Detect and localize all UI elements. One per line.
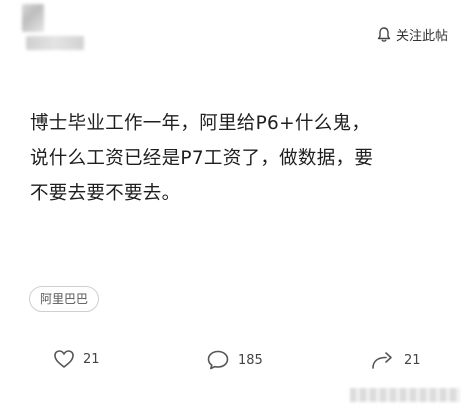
share-count: 21 bbox=[404, 352, 421, 368]
topic-tag[interactable]: 阿里巴巴 bbox=[29, 286, 100, 312]
comment-button[interactable]: 185 bbox=[206, 349, 263, 371]
bell-icon bbox=[376, 26, 392, 43]
heart-icon bbox=[53, 349, 75, 369]
blurred-watermark bbox=[350, 388, 460, 402]
blurred-username bbox=[26, 36, 84, 50]
blurred-avatar bbox=[22, 4, 44, 32]
share-arrow-icon bbox=[370, 349, 396, 371]
post-action-bar: 21 185 21 bbox=[0, 349, 474, 375]
post-body-text: 博士毕业工作一年，阿里给P6+什么鬼， 说什么工资已经是P7工资了，做数据，要 … bbox=[30, 113, 374, 204]
comment-count: 185 bbox=[238, 352, 263, 368]
follow-post-button[interactable]: 关注此帖 bbox=[376, 25, 448, 44]
follow-post-label: 关注此帖 bbox=[395, 29, 448, 44]
like-count: 21 bbox=[83, 351, 100, 367]
comment-bubble-icon bbox=[206, 349, 230, 371]
like-button[interactable]: 21 bbox=[53, 349, 100, 369]
share-button[interactable]: 21 bbox=[370, 349, 421, 371]
